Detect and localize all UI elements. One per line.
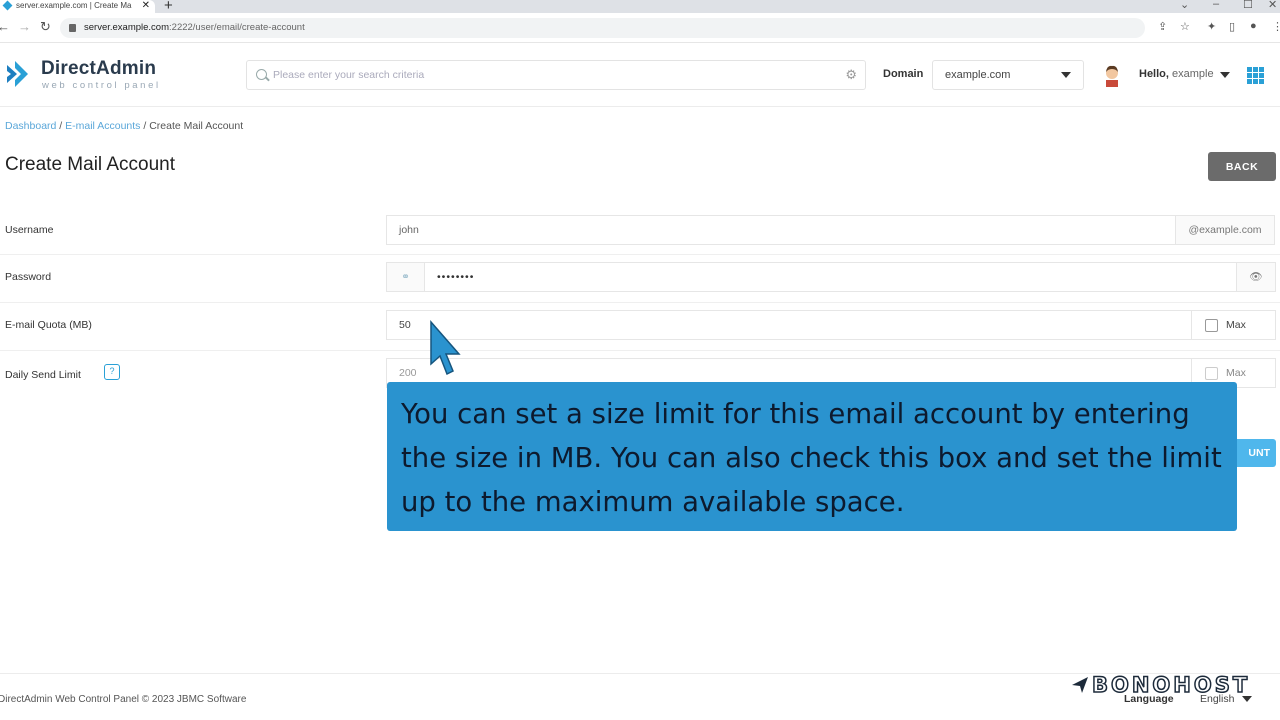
window-close-icon[interactable]: ✕ xyxy=(1268,0,1277,11)
language-chevron-down-icon[interactable] xyxy=(1242,696,1252,702)
profile-icon[interactable]: ● xyxy=(1250,20,1257,32)
watermark-arrow-icon xyxy=(1072,677,1088,693)
send-limit-label: Daily Send Limit xyxy=(5,369,81,381)
chevron-down-icon xyxy=(1061,72,1071,78)
breadcrumb-email-accounts[interactable]: E-mail Accounts xyxy=(65,120,140,132)
breadcrumb-current: Create Mail Account xyxy=(149,120,244,132)
breadcrumb: Dashboard / E-mail Accounts / Create Mai… xyxy=(5,120,243,132)
username-label: Username xyxy=(5,224,54,236)
footer-copyright: DirectAdmin Web Control Panel © 2023 JBM… xyxy=(0,694,247,705)
password-row: Password ⚭ •••••••• 👁 xyxy=(0,255,1280,303)
browser-tab[interactable]: server.example.com | Create Ma ✕ xyxy=(0,0,155,13)
apps-grid-icon[interactable] xyxy=(1247,67,1264,84)
back-arrow-icon[interactable]: ← xyxy=(0,19,10,34)
browser-menu-icon[interactable]: ⋮ xyxy=(1272,20,1280,33)
quota-label: E-mail Quota (MB) xyxy=(5,319,92,331)
generate-password-icon[interactable]: ⚭ xyxy=(386,262,425,292)
quota-max-label: Max xyxy=(1226,319,1246,331)
password-label: Password xyxy=(5,271,52,283)
user-avatar-icon[interactable] xyxy=(1102,63,1122,87)
username-field[interactable]: john xyxy=(386,215,1176,245)
app-header: DirectAdmin web control panel ⚙ Domain e… xyxy=(0,43,1280,107)
reload-icon[interactable]: ↻ xyxy=(40,19,51,35)
hello-user: example xyxy=(1172,68,1214,80)
tab-search-icon[interactable]: ⌄ xyxy=(1180,0,1189,11)
url-path: :2222/user/email/create-account xyxy=(169,22,305,33)
page-title: Create Mail Account xyxy=(5,154,176,175)
user-greeting[interactable]: Hello, example xyxy=(1139,68,1214,80)
side-panel-icon[interactable]: ▯ xyxy=(1229,20,1235,33)
language-label: Language xyxy=(1124,693,1174,705)
quota-field[interactable]: 50 xyxy=(386,310,1192,340)
url-host: server.example.com xyxy=(84,22,170,33)
domain-select[interactable]: example.com xyxy=(932,60,1084,90)
quota-row: E-mail Quota (MB) 50 Max xyxy=(0,303,1280,351)
hello-prefix: Hello, xyxy=(1139,68,1169,80)
breadcrumb-separator: / xyxy=(143,120,147,132)
forward-arrow-icon[interactable]: → xyxy=(18,19,31,34)
domain-label: Domain xyxy=(883,68,924,80)
logo-subtitle: web control panel xyxy=(42,80,161,91)
user-menu-chevron-icon[interactable] xyxy=(1220,72,1230,78)
search-settings-gear-icon[interactable]: ⚙ xyxy=(845,67,857,83)
username-domain-suffix: @example.com xyxy=(1175,215,1275,245)
breadcrumb-dashboard[interactable]: Dashboard xyxy=(5,120,56,132)
tutorial-caption: You can set a size limit for this email … xyxy=(387,382,1237,531)
maximize-icon[interactable]: ☐ xyxy=(1243,0,1253,11)
mouse-cursor-icon xyxy=(430,320,461,376)
share-icon[interactable]: ⇪ xyxy=(1158,20,1167,33)
back-button[interactable]: BACK xyxy=(1208,152,1276,181)
password-field[interactable]: •••••••• xyxy=(424,262,1237,292)
quota-max-checkbox[interactable] xyxy=(1205,319,1218,332)
domain-select-value: example.com xyxy=(945,69,1011,81)
bookmark-star-icon[interactable]: ☆ xyxy=(1180,20,1190,33)
browser-toolbar: ← → ↻ server.example.com:2222/user/email… xyxy=(0,13,1280,43)
username-row: Username john @example.com xyxy=(0,207,1280,255)
tab-close-icon[interactable]: ✕ xyxy=(142,0,150,11)
quota-max-box: Max xyxy=(1191,310,1276,340)
search-icon xyxy=(256,69,267,80)
new-tab-icon[interactable]: + xyxy=(164,0,173,14)
logo-title[interactable]: DirectAdmin xyxy=(41,58,156,80)
search-box: ⚙ xyxy=(246,60,866,90)
lock-icon xyxy=(69,24,76,32)
directadmin-logo-icon[interactable] xyxy=(5,59,35,89)
show-password-eye-icon[interactable]: 👁 xyxy=(1236,262,1276,292)
language-select[interactable]: English xyxy=(1200,693,1234,705)
address-bar[interactable]: server.example.com:2222/user/email/creat… xyxy=(60,18,1145,38)
breadcrumb-separator: / xyxy=(59,120,63,132)
help-icon[interactable]: ? xyxy=(104,364,120,380)
extensions-icon[interactable]: ✦ xyxy=(1207,20,1216,33)
send-limit-max-checkbox[interactable] xyxy=(1205,367,1218,380)
browser-tab-title: server.example.com | Create Ma xyxy=(16,1,132,10)
favicon-icon xyxy=(2,0,13,11)
browser-tab-bar: server.example.com | Create Ma ✕ + ⌄ – ☐… xyxy=(0,0,1280,14)
minimize-icon[interactable]: – xyxy=(1213,0,1219,10)
search-input[interactable] xyxy=(273,65,833,85)
